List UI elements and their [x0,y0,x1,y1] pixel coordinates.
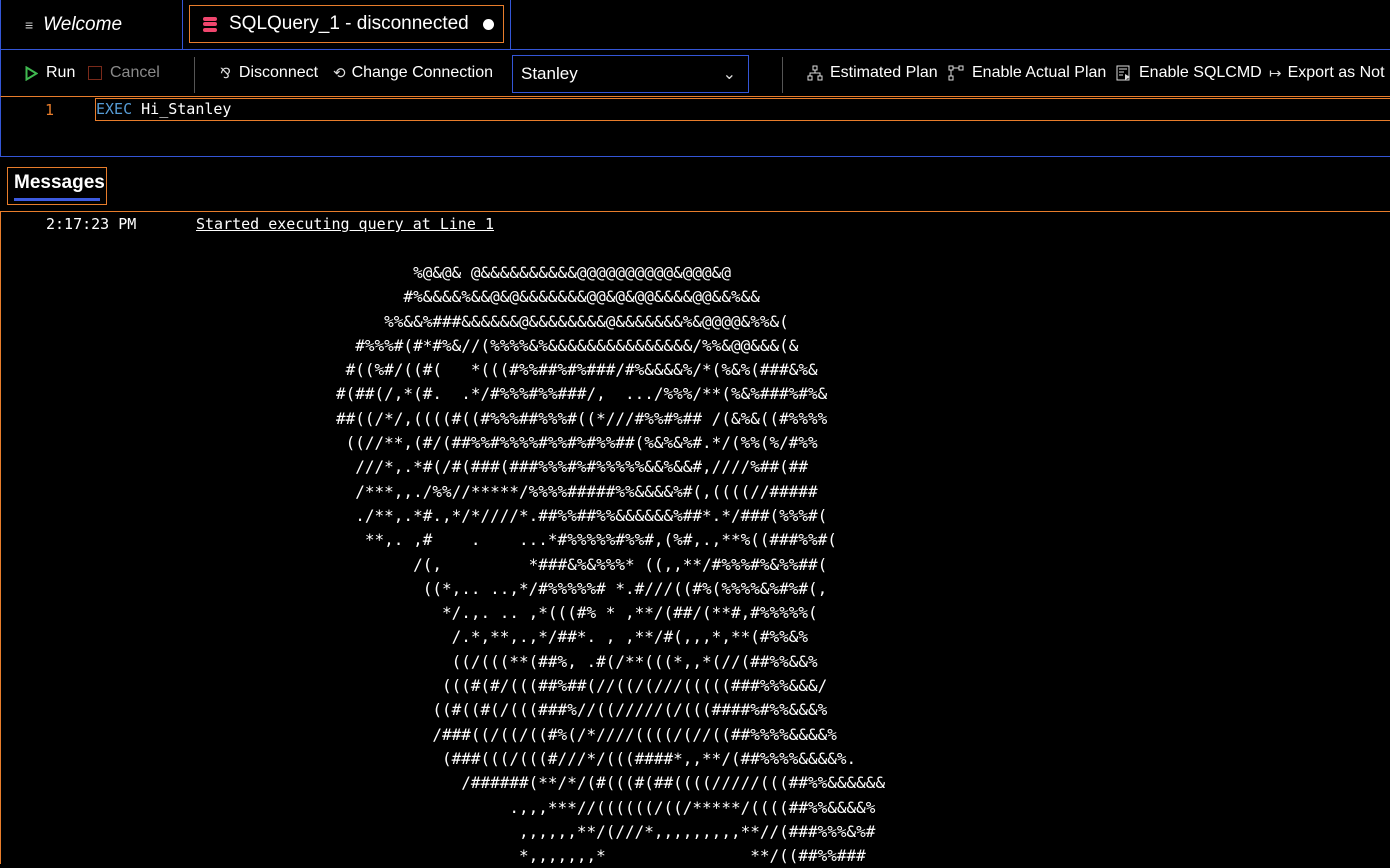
toolbar-separator [782,57,783,93]
change-connection-label: Change Connection [351,64,494,81]
ascii-art-line: #(##(/,*(#. .*/#%%%#%%###/, .../%%%/**(%… [336,384,828,404]
tab-sqlquery-focus[interactable]: SQLQuery_1 - disconnected [189,5,504,43]
export-arrow-icon: ↦ [1269,65,1282,82]
cancel-label: Cancel [110,64,160,81]
ascii-art-line: ##((/*/,((((#((#%%%##%%%#((*///#%%#%## /… [336,408,828,428]
sql-keyword: EXEC [96,100,133,118]
chevron-down-icon: ⌄ [722,66,736,83]
ascii-art-line: /(, *###&%&%%%* ((,,**/#%%%#%&%%##( [336,554,828,574]
ascii-art-line: **,. ,# . ...*#%%%%%#%%#,(%#,.,**%((###%… [336,530,837,550]
ascii-art-line: /.*,**,.,*/##*. , ,**/#(,,,*,**(#%%&% [336,627,809,647]
message-timestamp: 2:17:23 PM [46,215,137,233]
hierarchy-icon [807,65,823,81]
play-icon [25,65,38,81]
run-button[interactable]: Run [25,50,75,96]
export-notebook-button[interactable]: ↦ Export as Not [1269,50,1385,96]
ascii-art-line: /***,,./%%//*****/%%%%#####%%&&&&%#(,(((… [336,481,818,501]
ascii-art-line: */.,. .. ,*(((#% * ,**/(##/(**#,#%%%%%( [336,603,818,623]
enable-actual-plan-button[interactable]: Enable Actual Plan [948,50,1106,96]
estimated-plan-label: Estimated Plan [830,64,938,81]
stop-icon [88,66,102,80]
cancel-button[interactable]: Cancel [88,50,160,96]
disconnect-button[interactable]: ⅋ Disconnect [220,50,318,96]
tab-sqlquery-label: SQLQuery_1 - disconnected [229,13,469,34]
unplug-icon: ⅋ [220,64,231,81]
editor-tab-bar: ≡ Welcome SQLQuery_1 - disconnected [0,0,1390,50]
toolbar-separator [194,57,195,93]
ascii-art-line: ((#((#(/(((###%//((/////(/(((####%#%%&&&… [336,700,828,720]
disconnect-label: Disconnect [238,64,319,81]
change-connection-icon: ⟲ [333,65,346,82]
database-icon [203,16,217,32]
database-select-value: Stanley [521,64,578,83]
ascii-art-line: .,,,***//((((((/((/*****/((((##%%&&&&% [336,797,876,817]
tab-welcome-label: Welcome [43,14,123,35]
ascii-art-line: #((%#/((#( *(((#%%##%#%###/#%&&&&%/*(%&%… [336,360,818,380]
ascii-art-line: %%&&%###&&&&&&@&&&&&&&&@&&&&&&&%&@@@@&%%… [336,311,789,331]
sqlcmd-icon [1116,65,1130,81]
ascii-art-line: #%%%#(#*#%&//(%%%%&%&&&&&&&&&&&&&&&/%%&@… [336,335,799,355]
ascii-art-line: %@&@& @&&&&&&&&&&@@@@@@@@@@&@@@&@ [336,263,731,282]
estimated-plan-button[interactable]: Estimated Plan [807,50,938,96]
unsaved-dot-icon[interactable] [482,18,494,30]
tab-messages-label: Messages [14,172,105,193]
ascii-art-line: ((/(((**(##%, .#(/**(((*,,*(//(##%%&&% [336,651,818,671]
message-link[interactable]: Started executing query at Line 1 [196,215,494,233]
sql-text: Hi_Stanley [132,100,232,118]
tab-messages[interactable]: Messages [7,167,107,205]
database-select[interactable]: Stanley ⌄ [512,55,749,93]
ascii-art-line: ((//**,(#/(##%%#%%%%#%%#%#%%##(%&%&%#.*/… [336,433,818,453]
ascii-art-line: ///*,.*#(/#(###(###%%%#%#%%%%%&&%&&#,///… [336,457,809,477]
ascii-art-line: ((*,.. ..,*/#%%%%%# *.#///((#%(%%%%&%#%#… [336,578,828,598]
ascii-art-line: ,,,,,,**/(///*,,,,,,,,,**//(###%%%&%# [336,821,876,841]
tab-welcome[interactable]: ≡ Welcome [1,0,182,50]
messages-pane[interactable]: 2:17:23 PM Started executing query at Li… [0,212,1390,865]
results-tab-bar: Messages [0,157,1390,212]
enable-actual-plan-label: Enable Actual Plan [972,64,1107,81]
ascii-art-line: (###(((/(((#///*/(((####*,,**/(##%%%%&&&… [336,748,857,768]
query-toolbar: Run Cancel ⅋ Disconnect ⟲ Change Connect… [0,50,1390,96]
code-line[interactable]: EXEC Hi_Stanley [95,98,1390,121]
change-connection-button[interactable]: ⟲ Change Connection [333,50,493,96]
tab-sqlquery[interactable]: SQLQuery_1 - disconnected [182,0,511,50]
ascii-art-line: *,,,,,,,* **/((##%%### [336,846,866,866]
export-notebook-label: Export as Not [1287,64,1385,81]
enable-sqlcmd-label: Enable SQLCMD [1139,64,1262,81]
ascii-art-line: /###((/((/((#%(/*////((((/(//((##%%%%&&&… [336,724,837,744]
ascii-art-line: (((#(#/(((##%##(//((/(///(((((###%%%&&&/ [336,676,828,696]
actual-plan-icon [948,65,964,81]
ascii-art-line: ./**,.*#.,*/*////*.##%%##%%&&&&&&%##*.*/… [336,505,828,525]
enable-sqlcmd-button[interactable]: Enable SQLCMD [1116,50,1262,96]
line-number: 1 [45,101,55,119]
ascii-art-line: /######(**/*/(#(((#(##((((/////(((##%%&&… [336,773,886,793]
run-label: Run [46,64,76,81]
ascii-art-output: %@&@& @&&&&&&&&&&@@@@@@@@@@&@@@&@ #%&&&&… [336,261,885,868]
active-tab-indicator [14,198,100,201]
ascii-art-line: #%&&&&%&&@&@&&&&&&&@@&@&@@&&&&@@&&%&& [336,287,760,307]
code-editor[interactable]: 1 EXEC Hi_Stanley [0,96,1390,157]
document-lines-icon: ≡ [25,17,34,33]
